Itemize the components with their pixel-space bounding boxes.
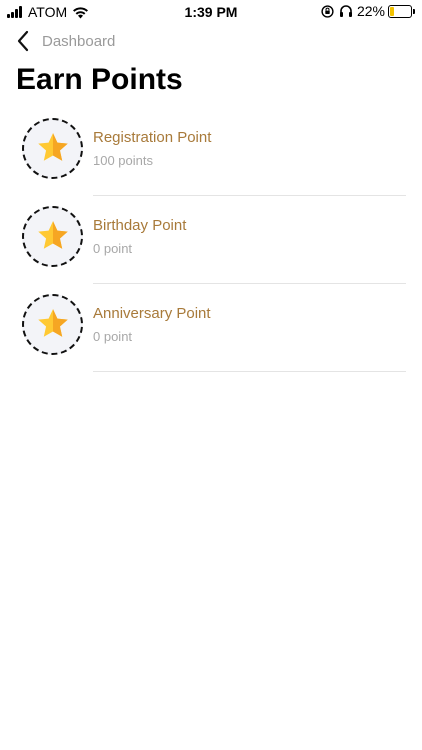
point-value: 0 point [93,241,133,256]
rotation-lock-icon [321,4,334,18]
row-divider [93,371,406,372]
points-list: Registration Point 100 points Birthday P… [0,108,422,372]
battery-level-fill [390,6,394,16]
page-title: Earn Points [16,63,183,96]
back-label: Dashboard [42,32,116,50]
point-name: Birthday Point [93,217,187,234]
status-bar: ATOM 1:39 PM 22% [0,0,422,24]
point-name: Anniversary Point [93,305,211,322]
point-value: 100 points [93,153,153,168]
battery-tip [413,8,415,14]
star-icon [38,309,68,337]
battery-percent: 22% [356,3,385,19]
back-button[interactable]: Dashboard [16,28,115,54]
chevron-left-icon [17,30,29,52]
star-icon [38,133,68,161]
point-item-anniversary[interactable]: Anniversary Point 0 point [0,284,422,372]
point-item-birthday[interactable]: Birthday Point 0 point [0,196,422,284]
status-right: 22% [321,3,415,19]
star-badge [22,206,83,267]
point-name: Registration Point [93,129,212,146]
point-value: 0 point [93,329,133,344]
star-badge [22,118,83,179]
point-item-registration[interactable]: Registration Point 100 points [0,108,422,196]
headphones-icon [339,5,352,17]
star-icon [38,221,68,249]
battery-icon [388,4,412,18]
star-badge [22,294,83,355]
